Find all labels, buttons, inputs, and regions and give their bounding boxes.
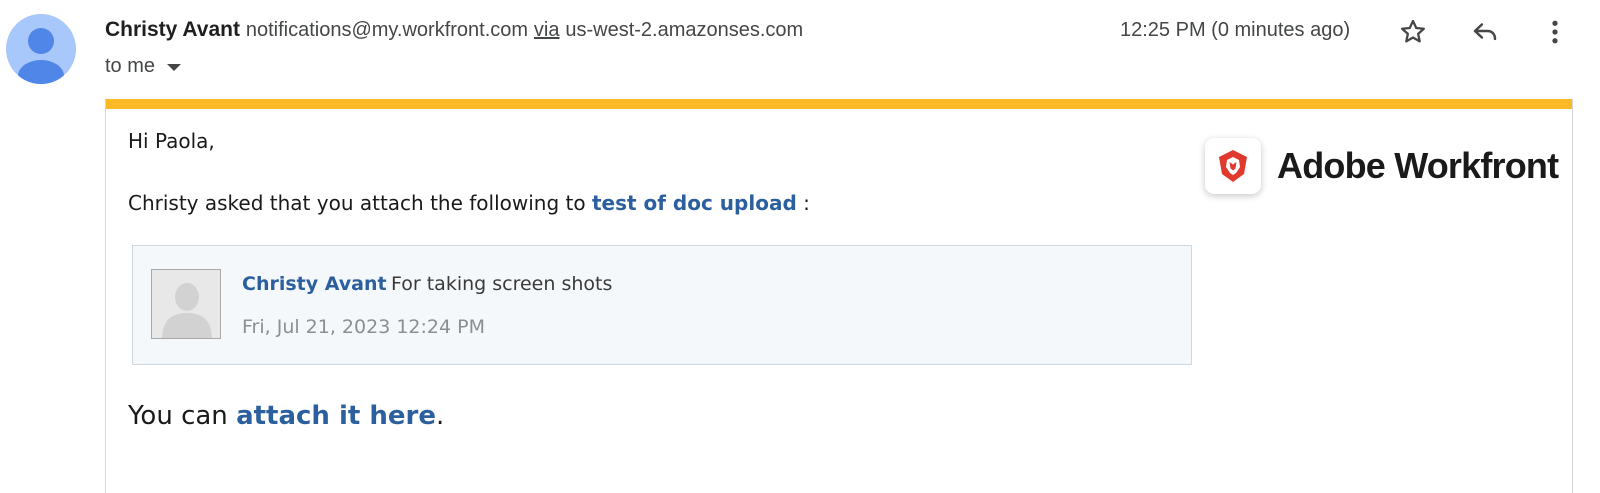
sender-email: notifications@my.workfront.com: [245, 19, 529, 41]
task-link[interactable]: test of doc upload: [592, 191, 797, 215]
attach-suffix: .: [435, 401, 445, 431]
sender-avatar[interactable]: [6, 14, 76, 84]
brand-name: Adobe Workfront: [1277, 145, 1559, 186]
email-view: Christy Avant notifications@my.workfront…: [0, 0, 1600, 493]
note-author-link[interactable]: Christy Avant: [242, 273, 387, 295]
request-prefix: Christy asked that you attach the follow…: [128, 191, 586, 215]
note-text: For taking screen shots: [391, 273, 613, 295]
recipient-details-toggle[interactable]: to me: [105, 52, 182, 80]
recipient-label: to me: [105, 55, 156, 77]
note-date: Fri, Jul 21, 2023 12:24 PM: [242, 316, 485, 338]
user-placeholder-icon: [152, 270, 220, 338]
brand-logo: Adobe Workfront: [1205, 138, 1559, 194]
attach-link[interactable]: attach it here: [236, 401, 436, 431]
sender-line: Christy Avant notifications@my.workfront…: [105, 16, 803, 44]
email-body: Adobe Workfront Hi Paola, Christy asked …: [105, 99, 1573, 493]
reply-icon: [1473, 23, 1497, 41]
via-link[interactable]: via: [534, 19, 560, 41]
message-timestamp: 12:25 PM (0 minutes ago): [1120, 19, 1351, 41]
relay-domain: us-west-2.amazonses.com: [565, 19, 804, 41]
note-card: Christy Avant For taking screen shots Fr…: [132, 245, 1192, 365]
brand-accent-bar: [106, 99, 1572, 109]
chevron-down-icon: [167, 63, 182, 71]
more-options-button[interactable]: [1535, 12, 1575, 52]
attach-line: You can attach it here.: [128, 401, 444, 431]
request-suffix: :: [803, 191, 810, 215]
avatar-icon: [18, 28, 64, 84]
reply-button[interactable]: [1465, 12, 1505, 52]
star-button[interactable]: [1393, 12, 1433, 52]
attach-prefix: You can: [128, 401, 228, 431]
sender-name[interactable]: Christy Avant: [105, 18, 240, 41]
note-author-avatar: [151, 269, 221, 339]
star-icon: [1401, 19, 1425, 43]
workfront-logo-icon: [1205, 138, 1261, 194]
greeting: Hi Paola,: [128, 129, 215, 153]
request-line: Christy asked that you attach the follow…: [128, 191, 810, 215]
more-vert-icon: [1552, 20, 1558, 44]
